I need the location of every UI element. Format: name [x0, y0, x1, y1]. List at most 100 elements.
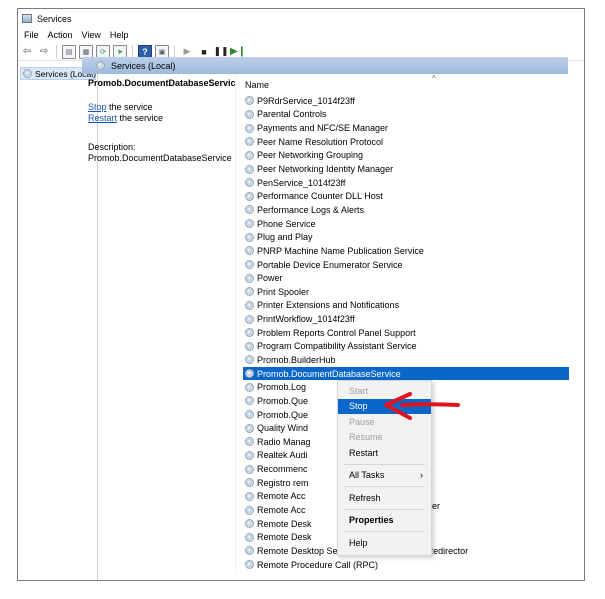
gear-icon	[245, 382, 254, 392]
menu-help[interactable]: Help	[107, 30, 135, 40]
service-name: Portable Device Enumerator Service	[257, 259, 403, 270]
pane-header: Services (Local)	[82, 57, 568, 74]
forward-arrow-icon[interactable]: ⇨	[37, 45, 51, 59]
service-row[interactable]: Peer Networking Identity Manager	[243, 162, 569, 176]
gear-icon	[245, 464, 254, 474]
service-row[interactable]: Portable Device Enumerator Service	[243, 258, 569, 272]
gear-icon	[245, 287, 254, 297]
service-row[interactable]: Plug and Play	[243, 230, 569, 244]
service-name: PrintWorkflow_1014f23ff	[257, 314, 355, 325]
restart-link-suffix: the service	[117, 113, 164, 123]
gear-icon	[245, 300, 254, 310]
service-name: Peer Name Resolution Protocol	[257, 136, 384, 147]
gear-icon	[245, 532, 254, 542]
menu-file[interactable]: File	[21, 30, 45, 40]
service-name: P9RdrService_1014f23ff	[257, 95, 355, 106]
gear-icon	[245, 341, 254, 351]
gear-icon	[245, 369, 254, 379]
gear-icon	[245, 546, 254, 556]
gear-icon	[245, 505, 254, 515]
service-name: Peer Networking Grouping	[257, 150, 364, 161]
context-menu-item-label: Refresh	[349, 492, 381, 503]
gear-icon	[245, 178, 254, 188]
menu-action[interactable]: Action	[45, 30, 79, 40]
service-name: Payments and NFC/SE Manager	[257, 123, 389, 134]
service-name: Remote Acc	[257, 505, 306, 516]
service-row[interactable]: Parental Controls	[243, 108, 569, 122]
show-hide-tree-icon[interactable]: ▤	[62, 44, 76, 59]
partially-hidden-row-text: er	[432, 501, 441, 511]
context-menu-item-restart[interactable]: Restart	[338, 445, 431, 461]
context-menu-item-label: Restart	[349, 447, 379, 458]
gear-icon	[245, 437, 254, 447]
description-pane: Promob.DocumentDatabaseService Stop the …	[88, 78, 241, 278]
service-row[interactable]: Remote Procedure Call (RPC)	[243, 558, 569, 572]
gear-icon	[245, 396, 254, 406]
stop-service-link[interactable]: Stop	[88, 102, 107, 112]
gear-icon	[245, 410, 254, 420]
context-menu-item-label: Help	[349, 537, 368, 548]
service-name: Program Compatibility Assistant Service	[257, 341, 417, 352]
context-menu-item-all-tasks[interactable]: All Tasks ›	[338, 468, 431, 484]
service-name: Performance Counter DLL Host	[257, 191, 383, 202]
service-row[interactable]: Peer Networking Grouping	[243, 149, 569, 163]
service-name: Registro rem	[257, 477, 309, 488]
context-menu-item-refresh[interactable]: Refresh	[338, 490, 431, 506]
service-row[interactable]: Printer Extensions and Notifications	[243, 299, 569, 313]
service-row[interactable]: Performance Logs & Alerts	[243, 203, 569, 217]
window-title: Services	[37, 13, 72, 24]
service-row[interactable]: Peer Name Resolution Protocol	[243, 135, 569, 149]
back-arrow-icon[interactable]: ⇦	[20, 45, 34, 59]
context-menu-item-label: All Tasks	[349, 470, 385, 481]
context-menu-item-help[interactable]: Help	[338, 535, 431, 551]
gear-icon	[245, 123, 254, 133]
gear-icon	[245, 560, 254, 570]
toolbar-separator	[56, 45, 57, 58]
service-row[interactable]: PenService_1014f23ff	[243, 176, 569, 190]
service-name: Parental Controls	[257, 109, 327, 120]
menu-separator	[344, 531, 425, 532]
service-name: Promob.Log	[257, 382, 307, 393]
gear-icon	[245, 355, 254, 365]
selected-service-name: Promob.DocumentDatabaseService	[88, 78, 241, 88]
service-row[interactable]: Performance Counter DLL Host	[243, 189, 569, 203]
gear-icon	[245, 109, 254, 119]
service-row[interactable]: Payments and NFC/SE Manager	[243, 121, 569, 135]
stop-link-suffix: the service	[106, 102, 153, 112]
service-name: Remote Acc	[257, 491, 306, 502]
service-name: Peer Networking Identity Manager	[257, 164, 394, 175]
column-header-name[interactable]: Name	[236, 74, 568, 92]
service-row[interactable]: Problem Reports Control Panel Support	[243, 326, 569, 340]
context-menu-item-label: Properties	[349, 515, 394, 526]
gear-icon	[245, 423, 254, 433]
service-row[interactable]: Print Spooler	[243, 285, 569, 299]
service-row[interactable]: Promob.DocumentDatabaseService	[243, 366, 569, 381]
gear-icon	[245, 273, 254, 283]
service-name: PNRP Machine Name Publication Service	[257, 245, 424, 256]
gear-icon	[245, 328, 254, 338]
gear-icon	[245, 478, 254, 488]
service-row[interactable]: Phone Service	[243, 217, 569, 231]
gear-icon	[245, 450, 254, 460]
gear-icon	[245, 219, 254, 229]
service-row[interactable]: Promob.BuilderHub	[243, 353, 569, 367]
service-name: PenService_1014f23ff	[257, 177, 346, 188]
service-row[interactable]: P9RdrService_1014f23ff	[243, 94, 569, 108]
service-name: Print Spooler	[257, 286, 310, 297]
gear-icon	[23, 69, 32, 78]
service-row[interactable]: Program Compatibility Assistant Service	[243, 340, 569, 354]
sort-ascending-icon: ^	[432, 74, 436, 83]
context-menu-item-properties[interactable]: Properties	[338, 513, 431, 529]
gear-icon	[245, 150, 254, 160]
service-name: Promob.Que	[257, 409, 309, 420]
gear-icon	[245, 519, 254, 529]
service-name: Problem Reports Control Panel Support	[257, 327, 416, 338]
service-name: Promob.DocumentDatabaseService	[257, 368, 401, 379]
gear-icon	[245, 314, 254, 324]
service-row[interactable]: Power	[243, 271, 569, 285]
service-name: Realtek Audi	[257, 450, 308, 461]
service-row[interactable]: PrintWorkflow_1014f23ff	[243, 312, 569, 326]
restart-service-link[interactable]: Restart	[88, 113, 117, 123]
service-row[interactable]: PNRP Machine Name Publication Service	[243, 244, 569, 258]
menu-view[interactable]: View	[79, 30, 107, 40]
